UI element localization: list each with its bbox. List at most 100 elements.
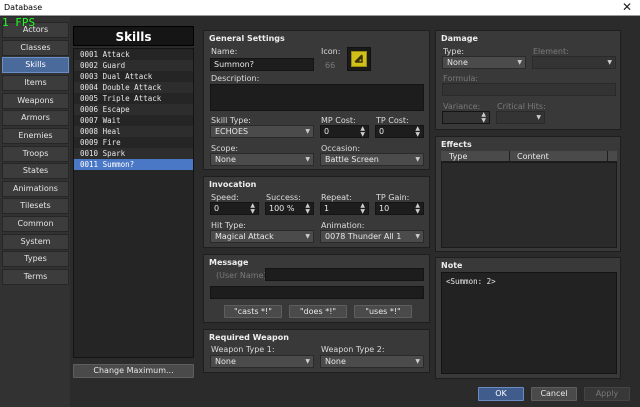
repeat-value: 1	[324, 204, 330, 213]
spin-arrows-icon[interactable]: ▲ ▼	[481, 112, 486, 124]
damage-title: Damage	[441, 34, 478, 43]
sidebar-item-types[interactable]: Types	[2, 251, 69, 267]
mp-cost-label: MP Cost:	[321, 116, 356, 125]
uses-button[interactable]: "uses *!"	[354, 305, 412, 318]
name-field[interactable]: Summon?	[210, 58, 314, 71]
critical-hits-select[interactable]: ▼	[496, 111, 545, 124]
hit-type-select[interactable]: Magical Attack ▼	[210, 230, 314, 243]
list-item-selected[interactable]: 0011 Summon?	[74, 159, 193, 170]
tp-cost-label: TP Cost:	[376, 116, 409, 125]
spin-arrows-icon[interactable]: ▲ ▼	[305, 203, 310, 215]
repeat-spinner[interactable]: 1 ▲ ▼	[320, 202, 369, 215]
effects-list[interactable]	[441, 162, 617, 248]
change-maximum-button[interactable]: Change Maximum...	[73, 364, 194, 378]
window-title: Database	[4, 3, 43, 12]
sidebar-item-troops[interactable]: Troops	[2, 146, 69, 162]
effects-col-type[interactable]: Type	[449, 151, 467, 162]
sidebar-item-enemies[interactable]: Enemies	[2, 128, 69, 144]
chevron-down-icon: ▼	[305, 128, 310, 135]
fps-counter: 1 FPS	[2, 16, 36, 29]
formula-field[interactable]	[442, 83, 616, 96]
apply-button[interactable]: Apply	[584, 387, 630, 401]
list-item[interactable]: 0009 Fire	[74, 137, 193, 148]
spin-arrows-icon[interactable]: ▲ ▼	[250, 203, 255, 215]
damage-type-select[interactable]: None ▼	[442, 56, 526, 69]
sidebar-item-common-events[interactable]: Common Events	[2, 216, 69, 242]
ok-button[interactable]: OK	[478, 387, 524, 401]
chevron-down-icon: ▼	[305, 233, 310, 240]
sidebar-item-armors[interactable]: Armors	[2, 110, 69, 126]
list-item[interactable]: 0001 Attack	[74, 49, 193, 60]
description-label: Description:	[211, 74, 260, 83]
does-button[interactable]: "does *!"	[289, 305, 347, 318]
scope-select[interactable]: None ▼	[210, 153, 314, 166]
effects-table-header: Type Content	[441, 151, 617, 162]
sidebar-item-weapons[interactable]: Weapons	[2, 93, 69, 109]
element-select[interactable]: ▼	[532, 56, 616, 69]
list-item[interactable]: 0005 Triple Attack	[74, 93, 193, 104]
animation-select[interactable]: 0078 Thunder All 1 ▼	[320, 230, 424, 243]
effects-col-content[interactable]: Content	[517, 151, 549, 162]
chevron-down-icon: ▼	[305, 358, 310, 365]
sidebar-item-system[interactable]: System	[2, 234, 69, 250]
chevron-down-icon: ▼	[415, 156, 420, 163]
list-item[interactable]: 0008 Heal	[74, 126, 193, 137]
spin-arrows-icon[interactable]: ▲ ▼	[415, 126, 420, 138]
hit-type-value: Magical Attack	[215, 232, 274, 241]
skill-type-label: Skill Type:	[211, 116, 251, 125]
list-item[interactable]: 0007 Wait	[74, 115, 193, 126]
variance-spinner[interactable]: ▲ ▼	[442, 111, 490, 124]
skill-icon-picker[interactable]	[347, 47, 371, 71]
note-textarea[interactable]: <Summon: 2>	[441, 272, 617, 374]
variance-label: Variance:	[443, 102, 481, 111]
list-item[interactable]: 0004 Double Attack	[74, 82, 193, 93]
scope-label: Scope:	[211, 144, 239, 153]
cancel-button[interactable]: Cancel	[531, 387, 577, 401]
message-title: Message	[209, 258, 249, 267]
tp-gain-spinner[interactable]: 10 ▲ ▼	[375, 202, 424, 215]
casts-button[interactable]: "casts *!"	[224, 305, 282, 318]
formula-label: Formula:	[443, 74, 479, 83]
chevron-down-icon: ▼	[305, 156, 310, 163]
sidebar-item-animations[interactable]: Animations	[2, 181, 69, 197]
mp-cost-spinner[interactable]: 0 ▲ ▼	[320, 125, 369, 138]
list-item[interactable]: 0006 Escape	[74, 104, 193, 115]
sidebar-item-items[interactable]: Items	[2, 75, 69, 91]
scope-value: None	[215, 155, 236, 164]
skills-listbox[interactable]: 0001 Attack 0002 Guard 0003 Dual Attack …	[73, 48, 194, 358]
list-item[interactable]: 0010 Spark	[74, 148, 193, 159]
chevron-down-icon: ▼	[415, 233, 420, 240]
sidebar-item-skills[interactable]: Skills	[2, 57, 69, 73]
weapon-type2-select[interactable]: None ▼	[320, 355, 424, 368]
speed-spinner[interactable]: 0 ▲ ▼	[210, 202, 259, 215]
spin-arrows-icon[interactable]: ▲ ▼	[415, 203, 420, 215]
list-item[interactable]: 0003 Dual Attack	[74, 71, 193, 82]
occasion-value: Battle Screen	[325, 155, 379, 164]
spin-arrows-icon[interactable]: ▲ ▼	[360, 203, 365, 215]
skill-type-value: ECHOES	[215, 127, 249, 136]
tp-cost-spinner[interactable]: 0 ▲ ▼	[375, 125, 424, 138]
sidebar-item-terms[interactable]: Terms	[2, 269, 69, 285]
chevron-down-icon: ▼	[536, 114, 541, 121]
description-field[interactable]	[210, 84, 424, 111]
sidebar-item-tilesets[interactable]: Tilesets	[2, 198, 69, 214]
window-titlebar: Database ✕	[0, 0, 640, 16]
message-line2-field[interactable]	[210, 286, 424, 299]
list-item[interactable]: 0002 Guard	[74, 60, 193, 71]
required-weapon-title: Required Weapon	[209, 333, 289, 342]
element-label: Element:	[533, 47, 569, 56]
skill-type-select[interactable]: ECHOES ▼	[210, 125, 314, 138]
repeat-label: Repeat:	[321, 193, 352, 202]
success-value: 100 %	[269, 204, 295, 213]
user-name-placeholder: (User Name)	[216, 271, 267, 280]
damage-type-value: None	[447, 58, 468, 67]
weapon-type1-select[interactable]: None ▼	[210, 355, 314, 368]
success-spinner[interactable]: 100 % ▲ ▼	[265, 202, 314, 215]
occasion-select[interactable]: Battle Screen ▼	[320, 153, 424, 166]
message-line1-field[interactable]	[265, 268, 424, 281]
close-icon[interactable]: ✕	[620, 0, 634, 15]
spin-arrows-icon[interactable]: ▲ ▼	[360, 126, 365, 138]
sidebar-item-states[interactable]: States	[2, 163, 69, 179]
speed-label: Speed:	[211, 193, 239, 202]
sidebar-item-classes[interactable]: Classes	[2, 40, 69, 56]
